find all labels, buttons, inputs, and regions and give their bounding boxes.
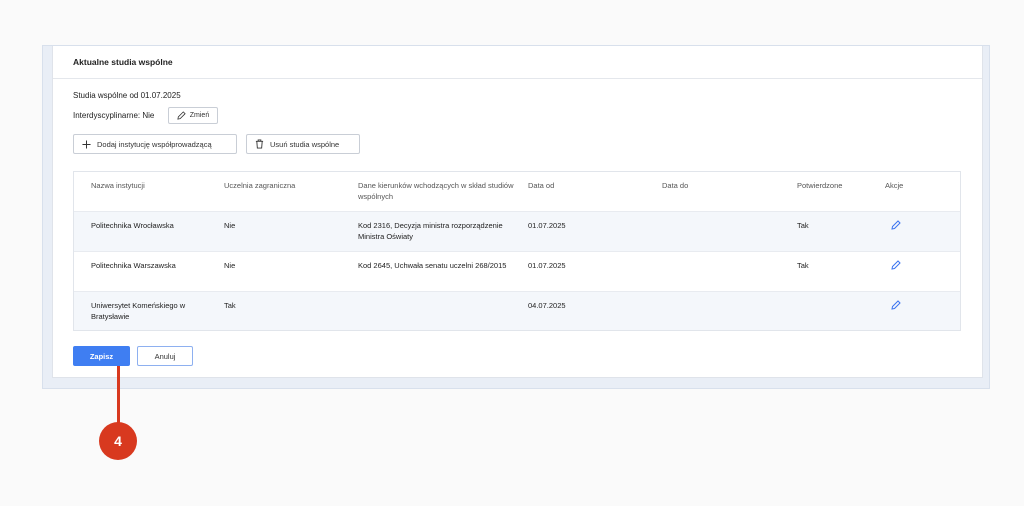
page-container: Aktualne studia wspólne Studia wspólne o… bbox=[42, 45, 990, 389]
callout-badge: 4 bbox=[99, 422, 137, 460]
table-cell: 01.07.2025 bbox=[528, 261, 566, 270]
pencil-icon bbox=[177, 111, 186, 120]
add-institution-label: Dodaj instytucję współprowadzącą bbox=[97, 139, 212, 149]
edit-row-button[interactable] bbox=[885, 292, 945, 330]
joint-studies-card: Aktualne studia wspólne Studia wspólne o… bbox=[52, 46, 983, 378]
table-row: Politechnika Wrocławska Nie Kod 2316, De… bbox=[74, 212, 960, 252]
plus-icon bbox=[82, 139, 91, 149]
table-row: Uniwersytet Komeńskiego w Bratysławie Ta… bbox=[74, 292, 960, 330]
pencil-icon bbox=[891, 300, 901, 310]
edit-row-button[interactable] bbox=[885, 252, 945, 291]
add-institution-button[interactable]: Dodaj instytucję współprowadzącą bbox=[73, 134, 237, 154]
table-cell: Uniwersytet Komeńskiego w Bratysławie bbox=[91, 301, 186, 321]
table-cell bbox=[662, 212, 797, 251]
trash-icon bbox=[255, 139, 264, 149]
institutions-table: Nazwa instytucji Uczelnia zagraniczna Da… bbox=[73, 171, 961, 331]
change-button[interactable]: Zmień bbox=[168, 107, 218, 124]
table-cell: Tak bbox=[797, 261, 809, 270]
column-header: Data do bbox=[662, 181, 689, 190]
table-row: Politechnika Warszawska Nie Kod 2645, Uc… bbox=[74, 252, 960, 292]
table-cell: Politechnika Wrocławska bbox=[91, 221, 174, 230]
edit-row-button[interactable] bbox=[885, 212, 945, 251]
pencil-icon bbox=[891, 220, 901, 230]
callout-line bbox=[117, 366, 120, 425]
table-cell bbox=[662, 292, 797, 330]
table-cell: Kod 2645, Uchwała senatu uczelni 268/201… bbox=[358, 261, 507, 270]
column-header: Nazwa instytucji bbox=[91, 181, 145, 190]
table-cell: Nie bbox=[224, 221, 236, 230]
column-header: Akcje bbox=[885, 181, 904, 190]
column-header: Potwierdzone bbox=[797, 181, 843, 190]
change-button-label: Zmień bbox=[189, 112, 210, 119]
table-cell: 04.07.2025 bbox=[528, 301, 566, 310]
save-button[interactable]: Zapisz bbox=[73, 346, 130, 366]
table-cell: Tak bbox=[224, 301, 236, 310]
table-cell bbox=[662, 252, 797, 291]
column-header: Data od bbox=[528, 181, 555, 190]
table-cell: Kod 2316, Decyzja ministra rozporządzeni… bbox=[358, 221, 503, 241]
cancel-button[interactable]: Anuluj bbox=[137, 346, 193, 366]
column-header: Uczelnia zagraniczna bbox=[224, 181, 296, 190]
table-cell: Tak bbox=[797, 221, 809, 230]
table-cell: 01.07.2025 bbox=[528, 221, 566, 230]
table-header-row: Nazwa instytucji Uczelnia zagraniczna Da… bbox=[74, 172, 960, 212]
remove-studies-label: Usuń studia wspólne bbox=[270, 139, 340, 149]
remove-studies-button[interactable]: Usuń studia wspólne bbox=[246, 134, 360, 154]
table-cell bbox=[797, 292, 885, 330]
interdisciplinary-label: Interdyscyplinarne: Nie bbox=[73, 111, 155, 120]
pencil-icon bbox=[891, 260, 901, 270]
table-cell bbox=[358, 292, 528, 330]
section-title: Aktualne studia wspólne bbox=[53, 46, 982, 79]
table-cell: Nie bbox=[224, 261, 236, 270]
column-header: Dane kierunków wchodzących w skład studi… bbox=[358, 181, 514, 201]
table-cell: Politechnika Warszawska bbox=[91, 261, 176, 270]
studies-since-label: Studia wspólne od 01.07.2025 bbox=[73, 91, 181, 100]
